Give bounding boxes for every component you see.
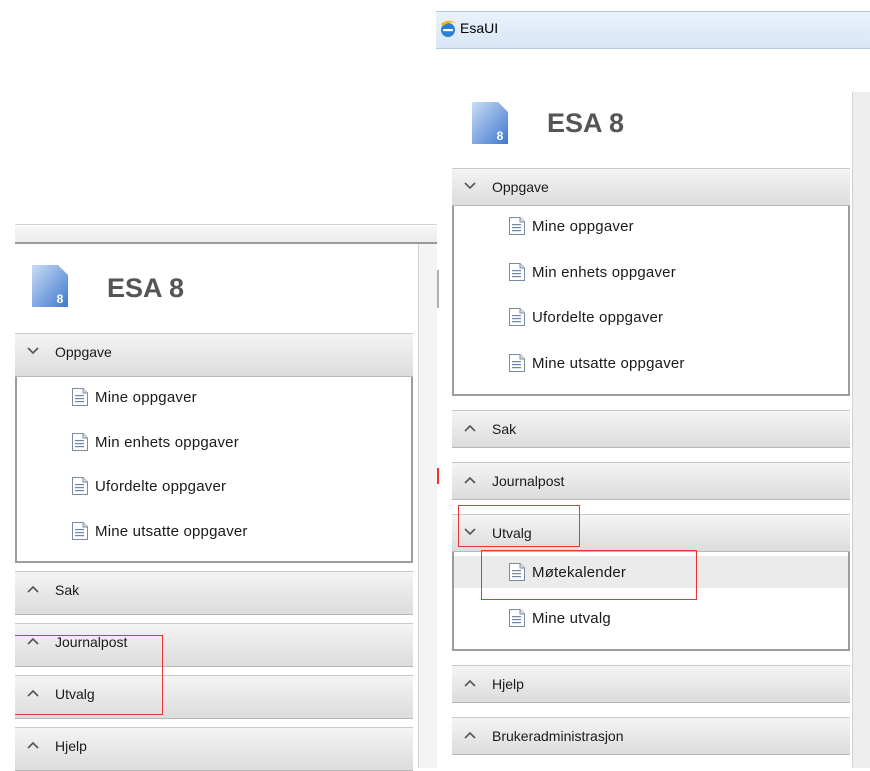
splitter[interactable] xyxy=(437,270,439,308)
highlight-mark xyxy=(437,468,439,484)
left-scroll-track[interactable] xyxy=(418,244,437,768)
section-header-label: Oppgave xyxy=(492,179,549,195)
nav-item[interactable]: Mine oppgaver xyxy=(454,210,848,242)
nav-item-label: Min enhets oppgaver xyxy=(532,263,676,281)
section-header-brukeradministrasjon[interactable]: Brukeradministrasjon xyxy=(452,717,850,755)
esa-logo-icon: 8 xyxy=(472,102,508,144)
nav-item-label: Mine oppgaver xyxy=(532,218,634,235)
nav-item[interactable]: Min enhets oppgaver xyxy=(454,256,848,288)
section-header-hjelp[interactable]: Hjelp xyxy=(15,727,413,771)
chevron-up-icon xyxy=(464,679,476,687)
document-icon xyxy=(509,262,525,281)
section-header-label: Hjelp xyxy=(55,738,87,754)
nav-item-label: Min enhets oppgaver xyxy=(95,433,239,451)
nav-item-label: Mine utvalg xyxy=(532,609,611,627)
ie-icon xyxy=(441,20,456,37)
chevron-up-icon xyxy=(464,424,476,432)
section-header-sak[interactable]: Sak xyxy=(15,571,413,615)
highlight-box-motekalender xyxy=(481,550,697,600)
nav-item[interactable]: Ufordelte oppgaver xyxy=(454,301,848,333)
highlight-box-left-utvalg xyxy=(15,635,163,715)
section-header-label: Brukeradministrasjon xyxy=(492,728,624,744)
nav-item[interactable]: Mine oppgaver xyxy=(17,381,411,413)
section-header-label: Oppgave xyxy=(55,344,112,360)
left-window-edge xyxy=(15,224,437,225)
nav-item[interactable]: Mine utsatte oppgaver xyxy=(454,347,848,379)
document-icon xyxy=(509,353,525,372)
nav-item-label: Mine oppgaver xyxy=(95,389,197,406)
section-header-label: Sak xyxy=(55,582,80,598)
app-logo-text: ESA 8 xyxy=(547,108,625,138)
right-scroll-track[interactable] xyxy=(852,92,870,768)
document-icon xyxy=(72,477,88,495)
chevron-up-icon xyxy=(27,585,39,593)
section-header-sak[interactable]: Sak xyxy=(452,410,850,448)
chevron-down-icon xyxy=(27,347,39,355)
nav-item-label: Ufordelte oppgaver xyxy=(532,309,664,326)
chevron-up-icon xyxy=(464,476,476,484)
chevron-down-icon xyxy=(464,182,476,190)
section-header-oppgave[interactable]: Oppgave xyxy=(452,168,850,206)
section-body-oppgave: Mine oppgaver Min enhets oppgaver Ufordelt… xyxy=(452,206,850,396)
nav-item[interactable]: Mine utvalg xyxy=(454,602,848,634)
nav-item[interactable]: Ufordelte oppgaver xyxy=(17,470,411,502)
section-header-label: Hjelp xyxy=(492,676,524,692)
window-title-bar xyxy=(436,11,870,49)
nav-item[interactable]: Min enhets oppgaver xyxy=(17,426,411,458)
nav-item-label: Mine utsatte oppgaver xyxy=(532,354,685,372)
section-header-journalpost[interactable]: Journalpost xyxy=(452,462,850,500)
document-icon xyxy=(72,388,88,406)
svg-text:8: 8 xyxy=(497,129,504,143)
highlight-box-utvalg xyxy=(458,505,580,547)
document-icon xyxy=(72,432,88,451)
document-icon xyxy=(509,308,525,326)
app-logo-text: ESA 8 xyxy=(107,273,185,303)
section-header-label: Journalpost xyxy=(492,473,565,489)
document-icon xyxy=(509,217,525,235)
section-header-label: Sak xyxy=(492,421,517,437)
document-icon xyxy=(509,608,525,627)
section-header-hjelp[interactable]: Hjelp xyxy=(452,665,850,703)
document-icon xyxy=(72,521,88,540)
svg-text:8: 8 xyxy=(57,292,64,306)
nav-item-label: Mine utsatte oppgaver xyxy=(95,522,248,540)
left-window-top-band xyxy=(15,226,437,244)
nav-item-label: Ufordelte oppgaver xyxy=(95,478,227,495)
section-header-oppgave[interactable]: Oppgave xyxy=(15,333,413,377)
nav-item[interactable]: Mine utsatte oppgaver xyxy=(17,515,411,547)
window-title: EsaUI xyxy=(460,20,499,36)
chevron-up-icon xyxy=(464,731,476,739)
section-body-oppgave: Mine oppgaver Min enhets oppgaver Ufordelt… xyxy=(15,377,413,563)
esa-logo-icon: 8 xyxy=(32,265,68,307)
chevron-up-icon xyxy=(27,741,39,749)
